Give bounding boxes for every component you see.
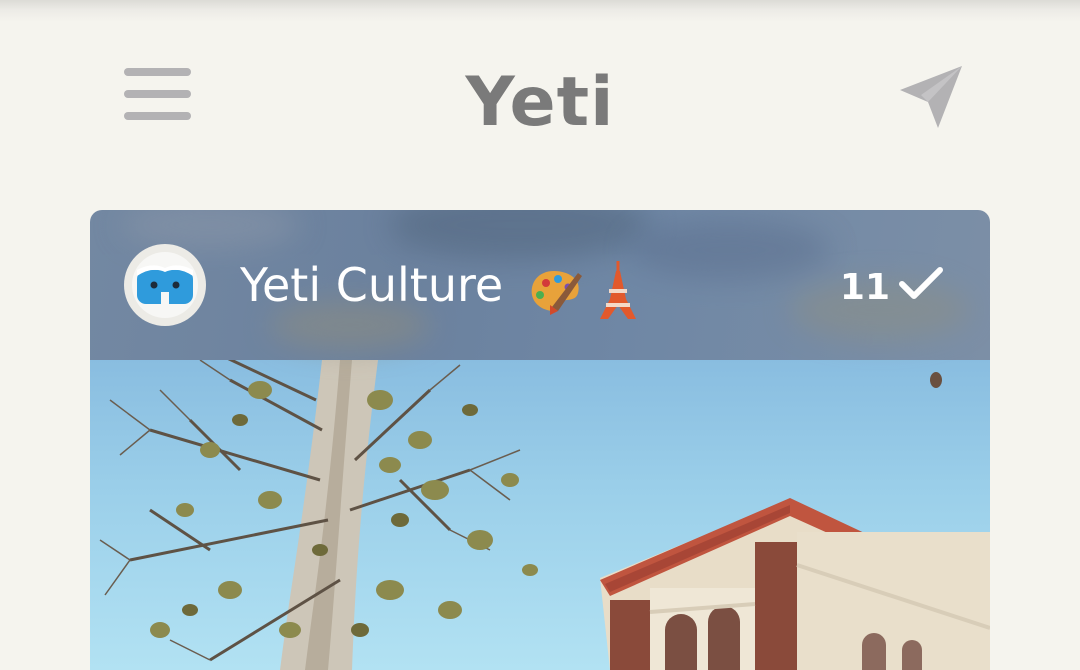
yeti-avatar-icon[interactable] <box>124 244 206 326</box>
top-shadow <box>0 0 1080 22</box>
channel-header[interactable]: Yeti Culture 11 <box>90 210 990 360</box>
channel-photo <box>90 360 990 670</box>
member-count: 11 <box>839 267 890 308</box>
checkmark-icon[interactable] <box>896 262 948 306</box>
paper-plane-icon[interactable] <box>894 62 966 132</box>
channel-card[interactable]: Yeti Culture 11 <box>90 210 990 670</box>
hamburger-menu-icon[interactable] <box>118 62 198 126</box>
channel-title[interactable]: Yeti Culture <box>240 250 638 320</box>
channel-name-text: Yeti Culture <box>240 258 504 312</box>
app-title: Yeti <box>465 63 615 142</box>
app-bar: Yeti <box>0 22 1080 172</box>
palette-emoji-icon <box>528 266 584 315</box>
tokyo-tower-emoji-icon <box>598 259 638 319</box>
